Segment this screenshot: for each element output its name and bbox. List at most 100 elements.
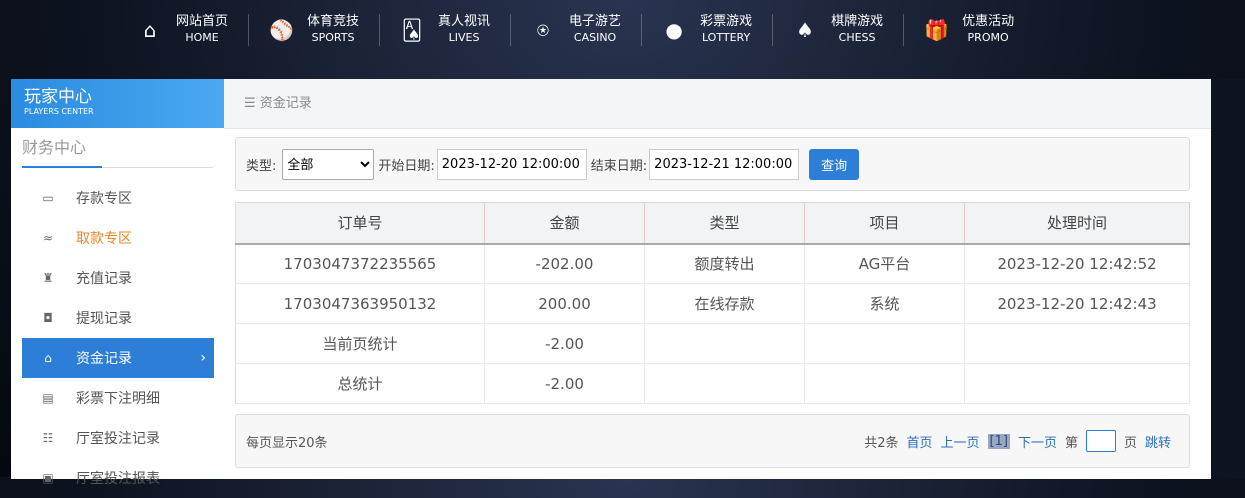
joystick-icon: ⍟ bbox=[537, 18, 550, 42]
nav-item-lottery[interactable]: ● 彩票游戏 LOTTERY bbox=[642, 14, 774, 46]
table-cell: 在线存款 bbox=[644, 283, 805, 324]
column-header: 订单号 bbox=[235, 202, 485, 245]
sidebar-item-label: 存款专区 bbox=[76, 191, 132, 207]
table-cell: 总统计 bbox=[235, 363, 485, 404]
lottery-balls-icon: ● bbox=[665, 18, 683, 42]
sidebar-item-2[interactable]: ♜ 充值记录 bbox=[22, 258, 214, 298]
start-date-input[interactable] bbox=[436, 148, 587, 180]
menu-item-icon: ☷ bbox=[42, 431, 54, 445]
records-table: 订单号 金额 类型 项目 处理时间 1703047372235565 -202.00 额度转出… bbox=[235, 202, 1190, 404]
page-suffix: 页 bbox=[1123, 435, 1137, 451]
table-cell: -2.00 bbox=[484, 323, 645, 364]
menu-item-icon: ▭ bbox=[42, 191, 54, 205]
sidebar-item-label: 提现记录 bbox=[76, 311, 132, 327]
sidebar-item-label: 取款专区 bbox=[76, 231, 132, 247]
sidebar-item-label: 厅室投注记录 bbox=[76, 431, 160, 447]
breadcrumb-label: 资金记录 bbox=[259, 96, 312, 111]
nav-sublabel: LIVES bbox=[448, 31, 480, 44]
column-header: 类型 bbox=[644, 202, 805, 245]
table-cell bbox=[804, 363, 965, 404]
sidebar-item-1[interactable]: ≈ 取款专区 bbox=[22, 218, 214, 258]
nav-item-lives[interactable]: 🂡 真人视讯 LIVES bbox=[380, 14, 512, 46]
nav-item-chess[interactable]: ♠ 棋牌游戏 CHESS bbox=[773, 14, 905, 46]
nav-label: 优惠活动 bbox=[962, 14, 1015, 29]
nav-item-sports[interactable]: ⚾ 体育竞技 SPORTS bbox=[249, 14, 381, 46]
nav-item-promo[interactable]: 🎁 优惠活动 PROMO bbox=[904, 14, 1034, 46]
sidebar-item-0[interactable]: ▭ 存款专区 bbox=[22, 178, 214, 218]
sidebar-title: 玩家中心 bbox=[24, 87, 92, 107]
nav-label: 彩票游戏 bbox=[700, 14, 753, 29]
table-row: 当前页统计 -2.00 bbox=[235, 323, 1190, 364]
table-cell: 额度转出 bbox=[644, 243, 805, 284]
per-page-text: 每页显示20条 bbox=[246, 435, 328, 451]
prev-page-link[interactable]: 上一页 bbox=[941, 432, 980, 451]
table-cell: -2.00 bbox=[484, 363, 645, 404]
current-page: [1] bbox=[987, 433, 1010, 449]
sidebar-item-4[interactable]: ⌂ 资金记录 › bbox=[22, 338, 214, 378]
jump-link[interactable]: 跳转 bbox=[1145, 432, 1171, 451]
menu-item-icon: ♜ bbox=[42, 271, 54, 285]
table-cell: -202.00 bbox=[484, 243, 645, 284]
sidebar-item-7[interactable]: ▣ 厅室投注报表 bbox=[22, 458, 214, 498]
home-icon: ⌂ bbox=[143, 18, 157, 42]
table-cell bbox=[804, 323, 965, 364]
end-date-label: 结束日期: bbox=[590, 158, 648, 174]
table-cell: 2023-12-20 12:42:52 bbox=[964, 243, 1190, 284]
table-cell: 当前页统计 bbox=[235, 323, 485, 364]
table-cell: AG平台 bbox=[804, 243, 965, 284]
table-cell: 系统 bbox=[804, 283, 965, 324]
column-header: 项目 bbox=[804, 202, 965, 245]
nav-sublabel: PROMO bbox=[967, 31, 1009, 44]
column-header: 处理时间 bbox=[964, 202, 1190, 245]
table-cell: 2023-12-20 12:42:43 bbox=[964, 283, 1190, 324]
menu-item-icon: ⌂ bbox=[44, 351, 52, 365]
table-row: 1703047372235565 -202.00 额度转出 AG平台 2023-12-2… bbox=[235, 243, 1190, 284]
pagination: 每页显示20条 共2条 首页 上一页 [1] 下一页 第 页 跳转 bbox=[235, 414, 1190, 468]
sidebar: 玩家中心 PLAYERS CENTER 财务中心 ▭ 存款专区 ≈ 取款专区 ♜ 充值记录… bbox=[11, 79, 224, 487]
page-prefix: 第 bbox=[1064, 435, 1078, 451]
chevron-right-icon: › bbox=[200, 350, 206, 366]
players-center-header: 玩家中心 PLAYERS CENTER bbox=[11, 79, 224, 128]
ball-icon: ⚾ bbox=[269, 18, 294, 42]
column-header: 金额 bbox=[484, 202, 645, 245]
total-count: 共2条 bbox=[864, 435, 899, 451]
page-number-input[interactable] bbox=[1085, 430, 1116, 452]
nav-item-casino[interactable]: ⍟ 电子游艺 CASINO bbox=[511, 14, 643, 46]
table-cell bbox=[964, 323, 1190, 364]
next-page-link[interactable]: 下一页 bbox=[1018, 432, 1057, 451]
sidebar-item-label: 资金记录 bbox=[76, 351, 132, 367]
breadcrumb: ☰ 资金记录 bbox=[224, 79, 1211, 129]
nav-label: 电子游艺 bbox=[569, 14, 622, 29]
sidebar-item-6[interactable]: ☷ 厅室投注记录 bbox=[22, 418, 214, 458]
nav-label: 棋牌游戏 bbox=[831, 14, 884, 29]
nav-label: 真人视讯 bbox=[438, 14, 491, 29]
query-button[interactable]: 查询 bbox=[809, 148, 860, 180]
table-cell bbox=[644, 363, 805, 404]
type-select[interactable]: 全部 bbox=[282, 148, 375, 180]
menu-item-icon: ▤ bbox=[42, 391, 54, 405]
table-row: 总统计 -2.00 bbox=[235, 363, 1190, 404]
sidebar-item-5[interactable]: ▤ 彩票下注明细 bbox=[22, 378, 214, 418]
sidebar-item-label: 充值记录 bbox=[76, 271, 132, 287]
start-date-label: 开始日期: bbox=[378, 158, 435, 174]
first-page-link[interactable]: 首页 bbox=[906, 432, 932, 451]
nav-sublabel: SPORTS bbox=[311, 31, 355, 44]
nav-label: 网站首页 bbox=[176, 14, 229, 29]
sidebar-item-label: 厅室投注报表 bbox=[76, 471, 160, 487]
table-row: 1703047363950132 200.00 在线存款 系统 2023-12-20 1… bbox=[235, 283, 1190, 324]
table-cell: 200.00 bbox=[484, 283, 645, 324]
nav-sublabel: LOTTERY bbox=[701, 31, 751, 44]
cards-icon: 🂡 bbox=[401, 18, 423, 42]
menu-icon: ☰ bbox=[244, 96, 256, 111]
nav-sublabel: CHESS bbox=[838, 31, 876, 44]
sidebar-item-3[interactable]: ◘ 提现记录 bbox=[22, 298, 214, 338]
end-date-input[interactable] bbox=[649, 148, 800, 180]
menu-item-icon: ≈ bbox=[42, 231, 54, 245]
sidebar-subtitle: PLAYERS CENTER bbox=[24, 107, 94, 116]
table-cell bbox=[644, 323, 805, 364]
main-panel: ☰ 资金记录 类型: 全部 开始日期: 结束日期: 查询 订单号金额类型项目处理… bbox=[224, 79, 1211, 479]
section-finance: 财务中心 bbox=[22, 128, 213, 168]
sidebar-item-label: 彩票下注明细 bbox=[76, 391, 160, 407]
filter-bar: 类型: 全部 开始日期: 结束日期: 查询 bbox=[235, 137, 1190, 191]
nav-item-home[interactable]: ⌂ 网站首页 HOME bbox=[118, 14, 250, 46]
